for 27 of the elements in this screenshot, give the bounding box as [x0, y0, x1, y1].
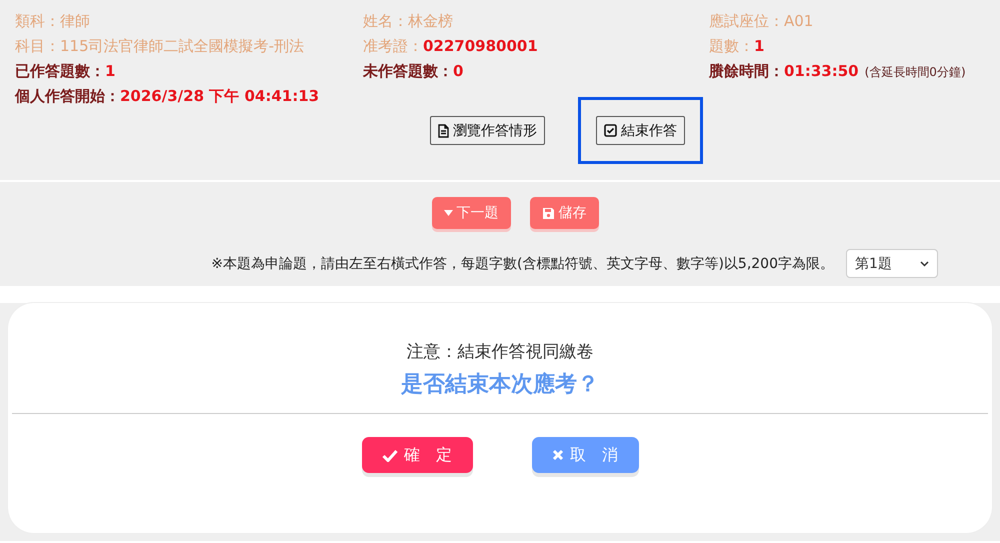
- info-text: 應試座位：A01: [709, 12, 814, 31]
- info-text: 類科：律師: [15, 12, 91, 31]
- notice-text: ※本題為申論題，請由左至右橫式作答，每題字數(含標點符號、英文字母、數字等)以5,200字為限。: [211, 254, 834, 272]
- close-icon: [552, 449, 564, 461]
- tool-button[interactable]: 結束作答: [596, 116, 685, 145]
- save-button[interactable]: 儲存: [530, 197, 598, 229]
- question-select[interactable]: 第1題: [846, 249, 938, 278]
- info-text: 已作答題數：1: [15, 62, 116, 81]
- chevron-down-icon: [920, 260, 929, 266]
- save-icon: [542, 206, 554, 220]
- info-text: 個人作答開始：2026/3/28 下午 04:41:13: [15, 87, 320, 106]
- next-button[interactable]: 下一題: [432, 197, 510, 229]
- info-text: 題數：1: [709, 37, 766, 56]
- document-icon: [438, 124, 449, 138]
- caret-down-icon: [444, 210, 452, 216]
- info-text: 准考證：02270980001: [363, 37, 539, 56]
- info-text: 未作答題數：0: [363, 62, 464, 81]
- cancel-button[interactable]: 取 消: [532, 437, 638, 473]
- checkbox-icon: [604, 124, 617, 137]
- info-text: 科目：115司法官律師二試全國模擬考-刑法: [15, 37, 306, 56]
- check-icon: [382, 448, 398, 462]
- info-text: 姓名：林金榜: [363, 12, 454, 31]
- confirm-button[interactable]: 確 定: [362, 437, 472, 473]
- info-text: 賸餘時間：01:33:50 (含延長時間0分鐘): [709, 62, 967, 81]
- dialog-question: 是否結束本次應考？: [401, 371, 599, 399]
- tool-button[interactable]: 瀏覽作答情形: [430, 116, 545, 145]
- dialog-note: 注意：結束作答視同繳卷: [406, 341, 594, 363]
